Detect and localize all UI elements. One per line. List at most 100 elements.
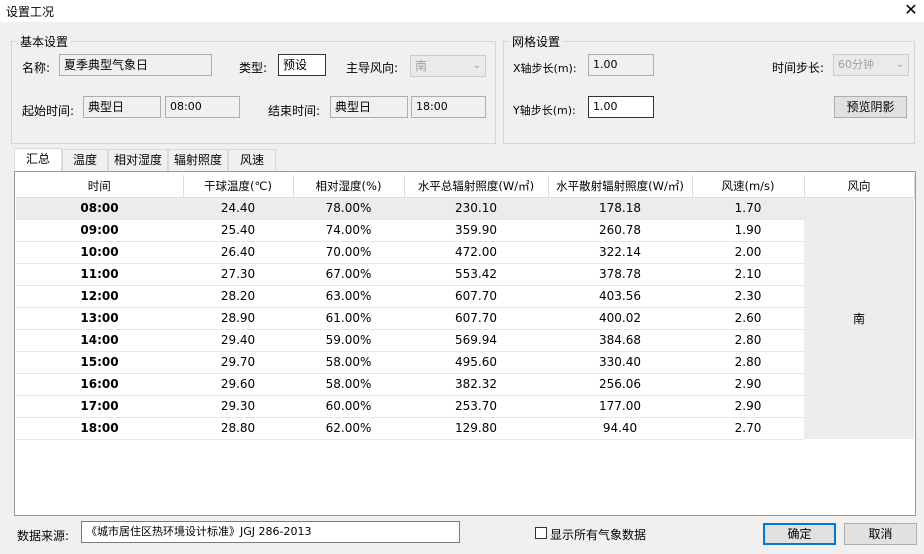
table-row[interactable]: 17:00 29.30 60.00% 253.70 177.00 2.90 [16, 395, 914, 418]
start-time-label: 起始时间: [22, 104, 75, 118]
cell-dry-bulb: 28.90 [183, 307, 293, 330]
table-row[interactable]: 15:00 29.70 58.00% 495.60 330.40 2.80 [16, 351, 914, 374]
cell-total-radiation: 607.70 [404, 307, 548, 330]
cell-dry-bulb: 29.40 [183, 329, 293, 352]
cell-time: 10:00 [16, 241, 183, 264]
time-step-value: 60分钟 [838, 58, 874, 71]
cell-time: 08:00 [16, 197, 183, 220]
cell-humidity: 60.00% [293, 395, 404, 418]
cell-time: 09:00 [16, 219, 183, 242]
cell-wind-speed: 2.30 [692, 285, 804, 308]
cell-diffuse-radiation: 178.18 [548, 197, 692, 220]
wind-direction-value: 南 [415, 59, 428, 73]
time-step-select[interactable]: 60分钟 ⌄ [833, 54, 909, 76]
cell-wind-speed: 2.90 [692, 395, 804, 418]
y-step-label: Y轴步长(m): [513, 104, 576, 117]
cell-diffuse-radiation: 330.40 [548, 351, 692, 374]
header-row: 时间 干球温度(℃) 相对湿度(%) 水平总辐射照度(W/㎡) 水平散射辐射照度… [16, 175, 915, 198]
ok-button[interactable]: 确定 [763, 523, 836, 545]
cell-dry-bulb: 26.40 [183, 241, 293, 264]
basic-settings-label: 基本设置 [17, 33, 72, 50]
end-time-label: 结束时间: [268, 104, 321, 118]
cell-humidity: 63.00% [293, 285, 404, 308]
cell-time: 16:00 [16, 373, 183, 396]
header-wind-direction[interactable]: 风向 [804, 175, 915, 198]
cell-time: 15:00 [16, 351, 183, 374]
show-all-label: 显示所有气象数据 [550, 528, 647, 542]
cell-dry-bulb: 29.30 [183, 395, 293, 418]
cell-humidity: 74.00% [293, 219, 404, 242]
cell-wind-speed: 2.90 [692, 373, 804, 396]
x-step-field[interactable]: 1.00 [588, 54, 654, 76]
cell-dry-bulb: 25.40 [183, 219, 293, 242]
cell-humidity: 70.00% [293, 241, 404, 264]
show-all-checkbox[interactable] [535, 527, 547, 539]
header-total-radiation[interactable]: 水平总辐射照度(W/㎡) [404, 175, 549, 198]
wind-direction-select[interactable]: 南 ⌄ [410, 55, 486, 77]
table-row[interactable]: 10:00 26.40 70.00% 472.00 322.14 2.00 [16, 241, 914, 264]
time-step-label: 时间步长: [772, 61, 825, 75]
end-day-field[interactable]: 典型日 [330, 96, 408, 118]
data-source-label: 数据来源: [17, 529, 70, 543]
grid-settings-label: 网格设置 [509, 33, 564, 50]
header-humidity[interactable]: 相对湿度(%) [293, 175, 405, 198]
cell-total-radiation: 495.60 [404, 351, 548, 374]
tab-radiation[interactable]: 辐射照度 [168, 149, 228, 171]
data-source-field[interactable]: 《城市居住区热环境设计标准》JGJ 286-2013 [81, 521, 460, 543]
cell-diffuse-radiation: 400.02 [548, 307, 692, 330]
cell-wind-speed: 2.00 [692, 241, 804, 264]
tab-wind-speed[interactable]: 风速 [228, 149, 276, 171]
table-row[interactable]: 09:00 25.40 74.00% 359.90 260.78 1.90 [16, 219, 914, 242]
cell-wind-speed: 2.70 [692, 417, 804, 440]
weather-data-table[interactable]: 时间 干球温度(℃) 相对湿度(%) 水平总辐射照度(W/㎡) 水平散射辐射照度… [14, 171, 916, 516]
header-diffuse-radiation[interactable]: 水平散射辐射照度(W/㎡) [548, 175, 693, 198]
header-dry-bulb[interactable]: 干球温度(℃) [183, 175, 294, 198]
table-row[interactable]: 08:00 24.40 78.00% 230.10 178.18 1.70 南 [16, 197, 914, 439]
cell-total-radiation: 129.80 [404, 417, 548, 440]
x-step-label: X轴步长(m): [513, 62, 577, 75]
cell-diffuse-radiation: 403.56 [548, 285, 692, 308]
cell-humidity: 58.00% [293, 351, 404, 374]
cell-total-radiation: 569.94 [404, 329, 548, 352]
window-title: 设置工况 [6, 5, 55, 19]
header-wind-speed[interactable]: 风速(m/s) [692, 175, 805, 198]
cell-humidity: 62.00% [293, 417, 404, 440]
table-row[interactable]: 13:00 28.90 61.00% 607.70 400.02 2.60 [16, 307, 914, 330]
cell-time: 14:00 [16, 329, 183, 352]
preview-shadow-button[interactable]: 预览阴影 [834, 96, 907, 118]
cell-total-radiation: 382.32 [404, 373, 548, 396]
cell-dry-bulb: 28.20 [183, 285, 293, 308]
cell-dry-bulb: 29.70 [183, 351, 293, 374]
type-label: 类型: [239, 61, 268, 75]
cell-wind-speed: 2.10 [692, 263, 804, 286]
cancel-button[interactable]: 取消 [844, 523, 917, 545]
tab-summary[interactable]: 汇总 [14, 148, 62, 172]
start-time-field[interactable]: 08:00 [165, 96, 240, 118]
table-row[interactable]: 18:00 28.80 62.00% 129.80 94.40 2.70 [16, 417, 914, 440]
table-row[interactable]: 12:00 28.20 63.00% 607.70 403.56 2.30 [16, 285, 914, 308]
cell-time: 18:00 [16, 417, 183, 440]
cell-humidity: 78.00% [293, 197, 404, 220]
y-step-field[interactable]: 1.00 [588, 96, 654, 118]
start-day-field[interactable]: 典型日 [83, 96, 161, 118]
tab-temperature[interactable]: 温度 [62, 149, 108, 171]
cell-total-radiation: 607.70 [404, 285, 548, 308]
end-time-field[interactable]: 18:00 [411, 96, 486, 118]
cell-humidity: 61.00% [293, 307, 404, 330]
cell-dry-bulb: 28.80 [183, 417, 293, 440]
tab-humidity[interactable]: 相对湿度 [108, 149, 168, 171]
chevron-down-icon: ⌄ [895, 59, 904, 70]
type-field[interactable]: 预设 [278, 54, 326, 76]
cell-total-radiation: 359.90 [404, 219, 548, 242]
close-icon[interactable]: ✕ [898, 0, 924, 22]
cell-diffuse-radiation: 260.78 [548, 219, 692, 242]
header-time[interactable]: 时间 [16, 175, 184, 198]
table-row[interactable]: 14:00 29.40 59.00% 569.94 384.68 2.80 [16, 329, 914, 352]
cell-diffuse-radiation: 256.06 [548, 373, 692, 396]
name-field[interactable]: 夏季典型气象日 [59, 54, 212, 76]
cell-humidity: 58.00% [293, 373, 404, 396]
table-row[interactable]: 11:00 27.30 67.00% 553.42 378.78 2.10 [16, 263, 914, 286]
cell-wind-direction: 南 [804, 197, 914, 439]
cell-time: 13:00 [16, 307, 183, 330]
table-row[interactable]: 16:00 29.60 58.00% 382.32 256.06 2.90 [16, 373, 914, 396]
